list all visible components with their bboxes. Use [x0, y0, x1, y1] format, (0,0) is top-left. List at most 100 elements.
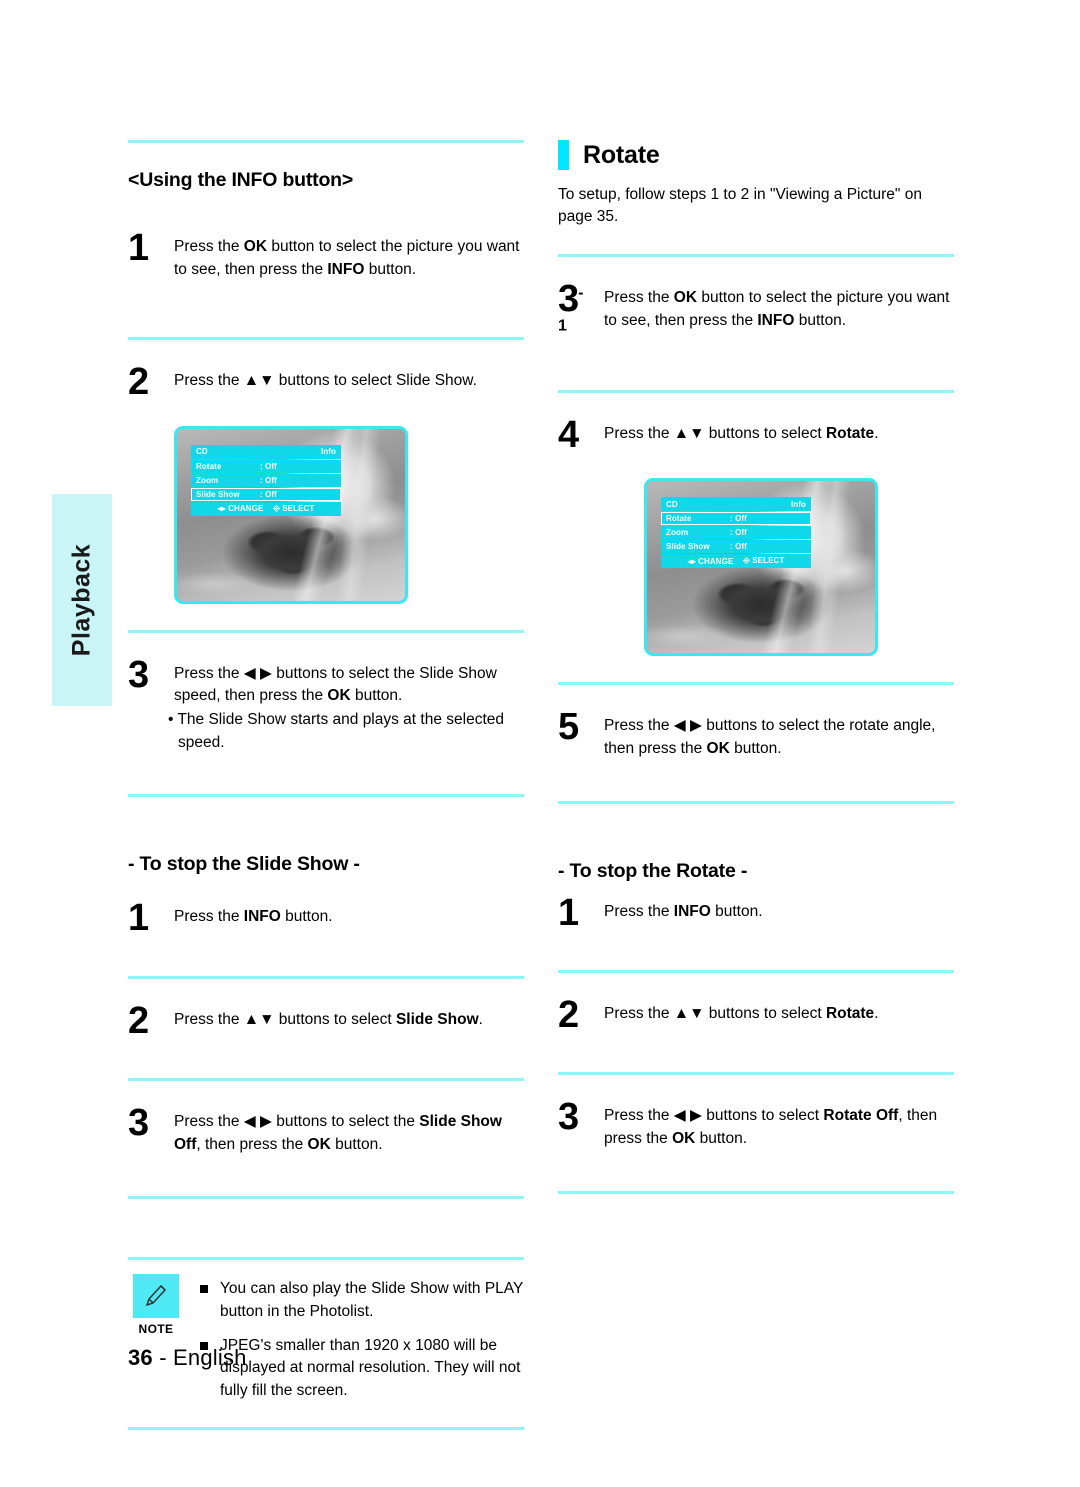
step-text-part: button. [280, 908, 333, 926]
osd-row-zoom[interactable]: Zoom : Off [661, 526, 811, 540]
step-text-part: Press the [174, 908, 244, 926]
step-text-emphasis: Rotate [825, 424, 875, 442]
step-text-part: Press the [604, 902, 674, 920]
osd-menu: CD Info Rotate : Off Zoom : Off Slide Sh… [661, 497, 811, 569]
step-number: 3-1 [558, 278, 584, 335]
step-text-part: Press the ▲▼ buttons to select [604, 1005, 826, 1022]
osd-row-label: Slide Show [196, 489, 240, 499]
step-text-part: . [874, 1005, 879, 1022]
note-item: You can also play the Slide Show with PL… [200, 1278, 524, 1323]
step-text-part: button. [794, 311, 847, 329]
step-sub-bullet: • The Slide Show starts and plays at the… [168, 710, 504, 751]
osd-row-label: Rotate [666, 514, 692, 524]
step-number: 1 [128, 897, 149, 940]
note-list: You can also play the Slide Show with PL… [200, 1274, 524, 1413]
step-text-emphasis: INFO [243, 908, 281, 926]
step-2: 2 Press the ▲▼ buttons to select Slide S… [128, 361, 524, 404]
step-text-emphasis: INFO [757, 311, 795, 329]
side-tab-playback: Playback [52, 494, 112, 706]
step-text-part: Press the ▲▼ buttons to select [604, 424, 826, 442]
step-text-part: , then press the [196, 1135, 308, 1153]
note-box: NOTE You can also play the Slide Show wi… [128, 1274, 524, 1413]
step-text-part: Press the [174, 238, 244, 255]
step-text: Press the ▲▼ buttons to select Slide Sho… [174, 1005, 524, 1032]
step-number: 1 [558, 891, 579, 934]
osd-title: CD [666, 499, 678, 509]
step-text-emphasis: OK [243, 238, 268, 255]
step-3: 3 Press the ◀ ▶ buttons to select the Sl… [128, 653, 524, 755]
left-heading: <Using the INFO button> [128, 169, 354, 191]
step-text-emphasis: OK [327, 687, 351, 705]
step-text: Press the ▲▼ buttons to select Slide Sho… [174, 372, 477, 390]
note-label: NOTE [138, 1322, 174, 1337]
step-text-part: Press the ◀ ▶ buttons to select the [174, 1113, 420, 1131]
tv-screenshot-rotate: CD Info Rotate : Off Zoom : Off Slide Sh… [644, 478, 878, 657]
osd-row-value: : Off [730, 514, 747, 524]
step-4: 4 Press the ▲▼ buttons to select Rotate. [558, 413, 954, 456]
osd-select: ⎆ SELECT [273, 503, 315, 513]
osd-footer: ◂▸ CHANGE ⎆ SELECT [661, 554, 811, 569]
divider [128, 1427, 524, 1431]
osd-row-value: : Off [260, 489, 277, 499]
page-footer: 36 - English [128, 1345, 247, 1371]
step-text-emphasis: Slide Show [395, 1010, 479, 1028]
divider [558, 1190, 954, 1194]
section-title-text: Rotate [583, 140, 660, 169]
step-number: 2 [128, 361, 149, 404]
step-text-part: button. [364, 260, 417, 278]
stop-step-2: 2 Press the ▲▼ buttons to select Slide S… [128, 999, 524, 1042]
step-text: Press the ◀ ▶ buttons to select Rotate O… [604, 1101, 954, 1150]
step-text: Press the OK button to select the pictur… [174, 232, 524, 281]
osd-info-label: Info [320, 447, 336, 457]
step-text-emphasis: OK [673, 289, 698, 306]
osd-row-label: Rotate [196, 461, 222, 471]
step-text: Press the ▲▼ buttons to select Rotate. [604, 999, 954, 1026]
osd-row-label: Slide Show [666, 542, 710, 552]
step-number: 4 [558, 413, 579, 456]
step-text-emphasis: OK [307, 1135, 331, 1153]
step-number: 3 [128, 1102, 149, 1145]
tv-screenshot-slideshow: CD Info Rotate : Off Zoom : Off Slide Sh… [174, 425, 408, 604]
osd-row-zoom[interactable]: Zoom : Off [191, 473, 341, 487]
osd-row-rotate[interactable]: Rotate : Off [191, 459, 341, 473]
osd-row-rotate[interactable]: Rotate : Off [661, 512, 811, 526]
stop-step-3: 3 Press the ◀ ▶ buttons to select the Sl… [128, 1102, 524, 1156]
step-text-part: button. [330, 1135, 383, 1153]
step-text-part: button. [695, 1130, 748, 1148]
step-text-part: Press the ◀ ▶ buttons to select [604, 1107, 824, 1125]
step-text-emphasis: OK [706, 739, 730, 757]
osd-title: CD [196, 447, 208, 457]
step-text-part: button. [350, 687, 403, 705]
step-text: Press the ◀ ▶ buttons to select the rota… [604, 711, 954, 760]
osd-row-label: Zoom [196, 475, 219, 485]
step-text-part: . [874, 424, 879, 442]
osd-row-slide-show[interactable]: Slide Show : Off [661, 540, 811, 554]
side-tab-label: Playback [67, 543, 96, 657]
osd-select: ⎆ SELECT [743, 556, 785, 566]
osd-header: CD Info [661, 497, 811, 512]
step-text: Press the ▲▼ buttons to select Rotate. [604, 419, 954, 446]
stop-slideshow-heading: - To stop the Slide Show - [128, 853, 360, 876]
osd-row-slide-show[interactable]: Slide Show : Off [191, 487, 341, 501]
step-1: 1 Press the OK button to select the pict… [128, 229, 524, 281]
step-number: 3 [128, 653, 149, 696]
osd-row-label: Zoom [666, 528, 689, 538]
step-text: Press the OK button to select the pictur… [604, 283, 954, 332]
stop-rotate-heading: - To stop the Rotate - [558, 859, 748, 882]
note-item-text: JPEG's smaller than 1920 x 1080 will be … [220, 1336, 521, 1399]
osd-header: CD Info [191, 444, 341, 459]
osd-info-label: Info [790, 499, 806, 509]
step-text: Press the ◀ ▶ buttons to select the Slid… [168, 659, 524, 755]
section-accent-bar [558, 140, 569, 170]
osd-footer: ◂▸ CHANGE ⎆ SELECT [191, 501, 341, 516]
section-title: Rotate [558, 140, 954, 170]
step-text-emphasis: Rotate Off [823, 1107, 899, 1125]
step-text-emphasis: INFO [327, 260, 365, 278]
footer-language: English [173, 1345, 247, 1370]
step-text: Press the INFO button. [604, 897, 954, 924]
step-number: 2 [128, 999, 149, 1042]
osd-menu: CD Info Rotate : Off Zoom : Off Slide Sh… [191, 444, 341, 516]
bullet-square-icon [200, 1285, 208, 1294]
osd-change: ◂▸ CHANGE [687, 556, 734, 566]
osd-row-value: : Off [730, 528, 747, 538]
